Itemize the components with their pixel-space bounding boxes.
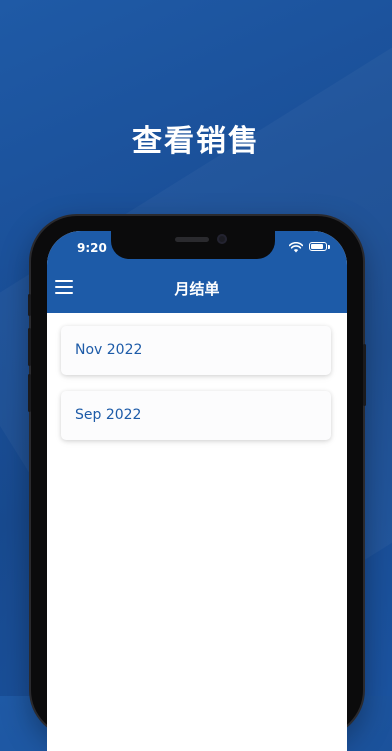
page-title: 月结单 (174, 280, 220, 298)
status-time: 9:20 (77, 241, 107, 255)
phone-volume-up-button (28, 328, 31, 366)
speaker-grille (175, 237, 209, 242)
phone-volume-down-button (28, 374, 31, 412)
battery-level (311, 244, 323, 249)
phone-screen: 9:20 月结单 Nov 2022 Sep 2022 (47, 231, 347, 751)
phone-frame: 9:20 月结单 Nov 2022 Sep 2022 (28, 216, 366, 751)
front-camera (217, 234, 227, 244)
phone-notch (111, 231, 275, 259)
battery-icon (309, 242, 330, 251)
statement-label: Nov 2022 (75, 342, 143, 358)
phone-power-button (363, 344, 366, 406)
statement-label: Sep 2022 (75, 407, 142, 423)
statement-item-sep-2022[interactable]: Sep 2022 (61, 391, 331, 440)
phone-side-button (28, 294, 31, 316)
statement-item-nov-2022[interactable]: Nov 2022 (61, 326, 331, 375)
promo-headline: 查看销售 (132, 124, 260, 159)
app-navbar: 月结单 (47, 266, 347, 313)
wifi-icon (289, 242, 303, 253)
status-bar: 9:20 (47, 231, 347, 266)
